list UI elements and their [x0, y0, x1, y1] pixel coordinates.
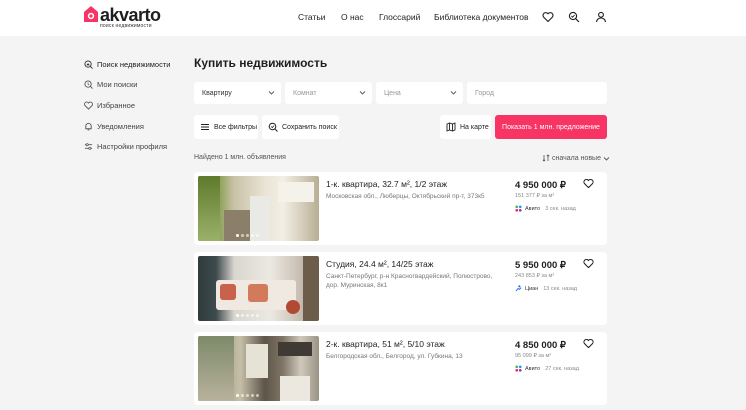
source-name: Авито — [525, 365, 541, 372]
header: akvarto поиск недвижимости Статьи О нас … — [0, 0, 746, 36]
sidebar-item-my-searches[interactable]: Мои поиски — [84, 75, 170, 96]
logo-subtitle: поиск недвижимости — [100, 23, 152, 29]
logo[interactable]: akvarto — [84, 6, 161, 24]
favorite-heart-icon[interactable] — [583, 178, 594, 189]
sidebar: Поиск недвижимости Мои поиски Избранное … — [84, 54, 170, 157]
price-per-sqm: 243 853 ₽ за м² — [515, 273, 555, 279]
listing-card[interactable]: 2-к. квартира, 51 м², 5/10 этаж Белгород… — [194, 332, 607, 405]
listing-price: 4 950 000 ₽ — [515, 180, 566, 191]
listing-source: Авито 27 сек. назад — [515, 365, 579, 372]
profile-user-icon[interactable] — [595, 11, 607, 23]
sidebar-item-profile-settings[interactable]: Настройки профиля — [84, 136, 170, 157]
favorite-heart-icon[interactable] — [583, 258, 594, 269]
property-type-select[interactable]: Квартиру — [194, 82, 281, 104]
listing-photo[interactable] — [198, 336, 319, 401]
sort-dropdown[interactable]: сначала новые — [542, 154, 610, 162]
search-history-icon — [84, 80, 93, 90]
heart-icon — [84, 101, 93, 110]
search-home-icon — [84, 60, 93, 69]
sidebar-item-label: Избранное — [97, 100, 136, 110]
price-per-sqm: 95 099 ₽ за м² — [515, 353, 552, 359]
show-results-button[interactable]: Показать 1 млн. предложение — [495, 115, 607, 139]
all-filters-button[interactable]: Все фильтры — [194, 115, 258, 139]
save-search-button[interactable]: Сохранить поиск — [262, 115, 339, 139]
listing-price: 5 950 000 ₽ — [515, 260, 566, 271]
listing-source: Авито 3 сек. назад — [515, 205, 576, 212]
sidebar-item-label: Настройки профиля — [97, 142, 168, 152]
save-search-label: Сохранить поиск — [282, 123, 337, 131]
chevron-down-icon — [603, 156, 610, 161]
photo-pagination — [236, 314, 259, 317]
saved-search-icon[interactable] — [568, 11, 580, 23]
chevron-down-icon — [268, 91, 275, 95]
listing-address: Санкт-Петербург, р-н Красногвардейский, … — [326, 273, 493, 289]
rooms-select[interactable]: Комнат — [285, 82, 372, 104]
price-select[interactable]: Цена — [376, 82, 463, 104]
sidebar-item-favorites[interactable]: Избранное — [84, 95, 170, 116]
price-placeholder: Цена — [384, 89, 401, 97]
sort-label: сначала новые — [552, 154, 601, 162]
listing-title[interactable]: Студия, 24.4 м², 14/25 этаж — [326, 259, 433, 269]
photo-pagination — [236, 234, 259, 237]
bell-icon — [85, 122, 92, 130]
map-button[interactable]: На карте — [440, 115, 491, 139]
listing-title[interactable]: 1-к. квартира, 32.7 м², 1/2 этаж — [326, 179, 447, 189]
favorites-heart-icon[interactable] — [542, 11, 554, 23]
sidebar-item-notifications[interactable]: Уведомления — [84, 116, 170, 137]
sidebar-item-label: Мои поиски — [97, 80, 138, 90]
avito-logo-icon — [515, 365, 522, 372]
price-per-sqm: 151 377 ₽ за м² — [515, 193, 555, 199]
save-search-icon — [268, 122, 278, 132]
map-label: На карте — [460, 123, 489, 131]
show-results-label: Показать 1 млн. предложение — [502, 123, 600, 131]
nav-about[interactable]: О нас — [341, 12, 364, 22]
city-placeholder: Город — [475, 89, 494, 97]
source-name: Авито — [525, 205, 541, 212]
listing-title[interactable]: 2-к. квартира, 51 м², 5/10 этаж — [326, 339, 445, 349]
sidebar-item-label: Уведомления — [97, 121, 144, 131]
page-title: Купить недвижимость — [194, 56, 328, 70]
avito-logo-icon — [515, 205, 522, 212]
listing-address: Московская обл., Люберцы, Октябрьский пр… — [326, 193, 485, 200]
logo-house-icon — [84, 6, 98, 22]
logo-text: akvarto — [100, 5, 161, 25]
property-type-value: Квартиру — [202, 89, 232, 97]
chevron-down-icon — [450, 91, 457, 95]
favorite-heart-icon[interactable] — [583, 338, 594, 349]
sliders-icon — [84, 143, 93, 150]
results-count: Найдено 1 млн. объявления — [194, 154, 286, 161]
listing-photo[interactable] — [198, 256, 319, 321]
rooms-placeholder: Комнат — [293, 89, 317, 97]
posted-time: 27 сек. назад — [545, 365, 579, 372]
listing-address: Белгородская обл., Белгород, ул. Губкина… — [326, 353, 463, 360]
nav-articles[interactable]: Статьи — [298, 12, 326, 22]
listing-source: Циан 13 сек. назад — [515, 285, 577, 292]
map-icon — [446, 122, 456, 132]
sort-icon — [542, 154, 550, 162]
listing-card[interactable]: Студия, 24.4 м², 14/25 этаж Санкт-Петерб… — [194, 252, 607, 325]
sidebar-item-property-search[interactable]: Поиск недвижимости — [84, 54, 170, 75]
filter-list-icon — [201, 124, 209, 130]
cian-logo-icon — [515, 285, 522, 292]
listing-price: 4 850 000 ₽ — [515, 340, 566, 351]
posted-time: 3 сек. назад — [545, 205, 576, 212]
listing-photo[interactable] — [198, 176, 319, 241]
all-filters-label: Все фильтры — [214, 123, 257, 131]
photo-pagination — [236, 394, 259, 397]
sidebar-item-label: Поиск недвижимости — [97, 59, 171, 69]
city-input[interactable]: Город — [467, 82, 607, 104]
posted-time: 13 сек. назад — [543, 285, 577, 292]
listing-card[interactable]: 1-к. квартира, 32.7 м², 1/2 этаж Московс… — [194, 172, 607, 245]
source-name: Циан — [525, 285, 539, 292]
nav-documents[interactable]: Библиотека документов — [434, 12, 529, 22]
nav-glossary[interactable]: Глоссарий — [379, 12, 420, 22]
chevron-down-icon — [359, 91, 366, 95]
